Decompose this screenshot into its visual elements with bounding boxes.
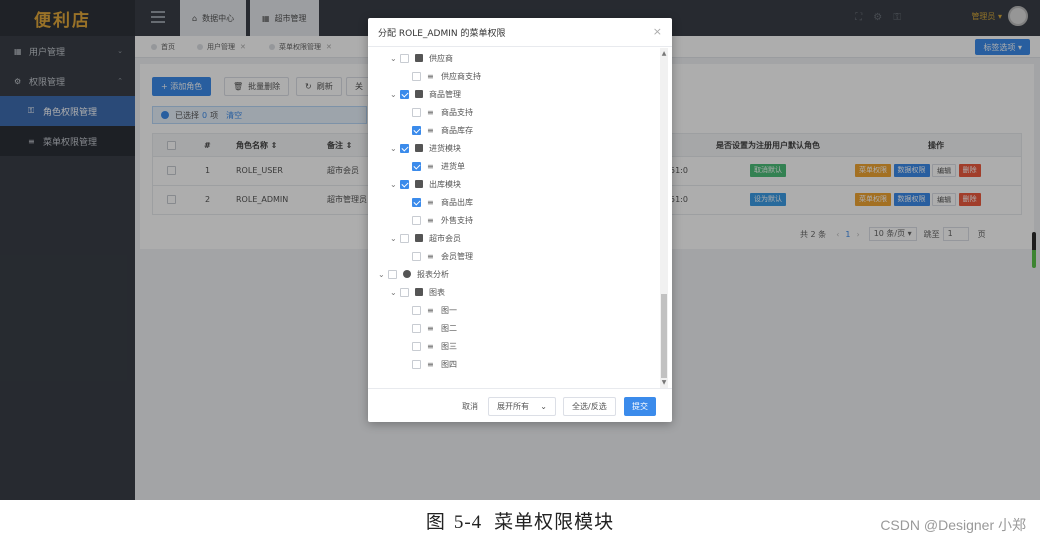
menu-item-icon: ≡: [427, 125, 434, 135]
expand-select[interactable]: 展开所有 ⌄: [488, 397, 556, 416]
tree-node[interactable]: ≡ 图四: [412, 357, 457, 371]
tree-checkbox[interactable]: [412, 215, 421, 225]
tree-checkbox[interactable]: [412, 251, 421, 261]
tree-node-label: 进货单: [441, 161, 465, 171]
tree-checkbox[interactable]: [412, 359, 421, 369]
chevron-down-icon[interactable]: ⌄: [390, 90, 400, 99]
tree-node[interactable]: ≡ 图三: [412, 339, 457, 353]
tree-node-label: 图二: [441, 323, 457, 333]
folder-icon: [415, 180, 423, 188]
tree-node[interactable]: ≡ 外售支持: [412, 213, 473, 227]
chevron-down-icon[interactable]: ⌄: [390, 54, 400, 63]
chevron-down-icon: ⌄: [540, 402, 547, 411]
menu-item-icon: ≡: [427, 71, 434, 81]
caption-number: 5-4: [453, 512, 483, 533]
menu-item-icon: ≡: [427, 359, 434, 369]
tree-node-label: 出库模块: [429, 179, 461, 189]
tree-node[interactable]: ≡ 图二: [412, 321, 457, 335]
tree-node[interactable]: ⌄ 报表分析: [378, 267, 449, 281]
chevron-down-icon[interactable]: ⌄: [390, 288, 400, 297]
tree-checkbox-checked[interactable]: [412, 161, 421, 171]
tree-checkbox[interactable]: [412, 323, 421, 333]
tree-checkbox[interactable]: [412, 107, 421, 117]
tree-node-label: 进货模块: [429, 143, 461, 153]
folder-icon: [415, 288, 423, 296]
tree-node-label: 报表分析: [417, 269, 449, 279]
tree-checkbox-checked[interactable]: [400, 89, 409, 99]
tree-node[interactable]: ⌄ 超市会员: [390, 231, 461, 245]
tree-node-label: 供应商支持: [441, 71, 481, 81]
tree-checkbox[interactable]: [412, 71, 421, 81]
tree-checkbox[interactable]: [412, 305, 421, 315]
tree-checkbox[interactable]: [388, 269, 397, 279]
tree-checkbox-checked[interactable]: [400, 179, 409, 189]
tree-node-label: 图一: [441, 305, 457, 315]
tree-node[interactable]: ⌄ 供应商: [390, 51, 453, 65]
tree-node[interactable]: ⌄ 图表: [390, 285, 445, 299]
chevron-down-icon[interactable]: ⌄: [390, 234, 400, 243]
app-window: 便利店 ▦ 用户管理 ⌄ ⚙ 权限管理 ⌃ ⚿ 角色权限管理 ≡ 菜单权限管理 …: [0, 0, 1040, 500]
scroll-up-icon[interactable]: ▲: [660, 50, 668, 57]
tree-node[interactable]: ≡ 图一: [412, 303, 457, 317]
tree-node[interactable]: ≡ 商品支持: [412, 105, 473, 119]
tree-node[interactable]: ⌄ 出库模块: [390, 177, 461, 191]
chevron-down-icon[interactable]: ⌄: [378, 270, 388, 279]
tree-node-label: 外售支持: [441, 215, 473, 225]
tree-checkbox-checked[interactable]: [412, 197, 421, 207]
tree-node[interactable]: ⌄ 进货模块: [390, 141, 461, 155]
tree-checkbox-checked[interactable]: [412, 125, 421, 135]
tree-node-label: 图三: [441, 341, 457, 351]
menu-item-icon: ≡: [427, 197, 434, 207]
cancel-button[interactable]: 取消: [454, 397, 486, 416]
scrollbar-thumb[interactable]: [661, 294, 667, 378]
menu-item-icon: ≡: [427, 107, 434, 117]
tree-node[interactable]: ≡ 供应商支持: [412, 69, 481, 83]
scroll-down-icon[interactable]: ▼: [660, 379, 668, 386]
dialog-footer: 取消 展开所有 ⌄ 全选/反选 提交: [368, 388, 672, 422]
expand-select-value: 展开所有: [497, 402, 529, 411]
chevron-down-icon[interactable]: ⌄: [390, 180, 400, 189]
tree-node-label: 会员管理: [441, 251, 473, 261]
submit-button[interactable]: 提交: [624, 397, 656, 416]
permission-tree: ⌄ 供应商 ≡ 供应商支持 ⌄ 商品管理 ≡ 商品支持 ≡ 商品库存 ⌄ 进货模…: [368, 48, 660, 388]
close-icon[interactable]: ×: [653, 25, 662, 38]
menu-item-icon: ≡: [427, 215, 434, 225]
tree-checkbox-checked[interactable]: [400, 143, 409, 153]
tree-node-label: 商品库存: [441, 125, 473, 135]
dialog-title: 分配 ROLE_ADMIN 的菜单权限: [368, 18, 672, 47]
tree-checkbox[interactable]: [412, 341, 421, 351]
tree-node-label: 商品出库: [441, 197, 473, 207]
menu-permission-dialog: 分配 ROLE_ADMIN 的菜单权限 × ⌄ 供应商 ≡ 供应商支持 ⌄ 商品…: [368, 18, 672, 422]
folder-icon: [415, 54, 423, 62]
tree-node-label: 供应商: [429, 53, 453, 63]
folder-icon: [415, 144, 423, 152]
tree-node[interactable]: ⌄ 商品管理: [390, 87, 461, 101]
tree-checkbox[interactable]: [400, 53, 409, 63]
menu-item-icon: ≡: [427, 251, 434, 261]
watermark: CSDN @Designer 小郑: [880, 517, 1026, 533]
tree-scrollbar[interactable]: ▲ ▼: [660, 48, 668, 388]
tree-checkbox[interactable]: [400, 287, 409, 297]
tree-node-label: 图四: [441, 359, 457, 369]
folder-icon: [415, 234, 423, 242]
tree-checkbox[interactable]: [400, 233, 409, 243]
tree-node-label: 商品管理: [429, 89, 461, 99]
tree-node[interactable]: ≡ 商品库存: [412, 123, 473, 137]
caption-text: 菜单权限模块: [494, 511, 615, 533]
tree-node[interactable]: ≡ 会员管理: [412, 249, 473, 263]
menu-item-icon: ≡: [427, 341, 434, 351]
chart-icon: [403, 270, 411, 278]
tree-node[interactable]: ≡ 商品出库: [412, 195, 473, 209]
folder-icon: [415, 90, 423, 98]
chevron-down-icon[interactable]: ⌄: [390, 144, 400, 153]
menu-item-icon: ≡: [427, 305, 434, 315]
menu-item-icon: ≡: [427, 161, 434, 171]
tree-node-label: 商品支持: [441, 107, 473, 117]
caption-figure: 图: [425, 511, 446, 533]
menu-item-icon: ≡: [427, 323, 434, 333]
tree-node-label: 超市会员: [429, 233, 461, 243]
select-all-button[interactable]: 全选/反选: [563, 397, 616, 416]
tree-node[interactable]: ≡ 进货单: [412, 159, 465, 173]
tree-node-label: 图表: [429, 287, 445, 297]
